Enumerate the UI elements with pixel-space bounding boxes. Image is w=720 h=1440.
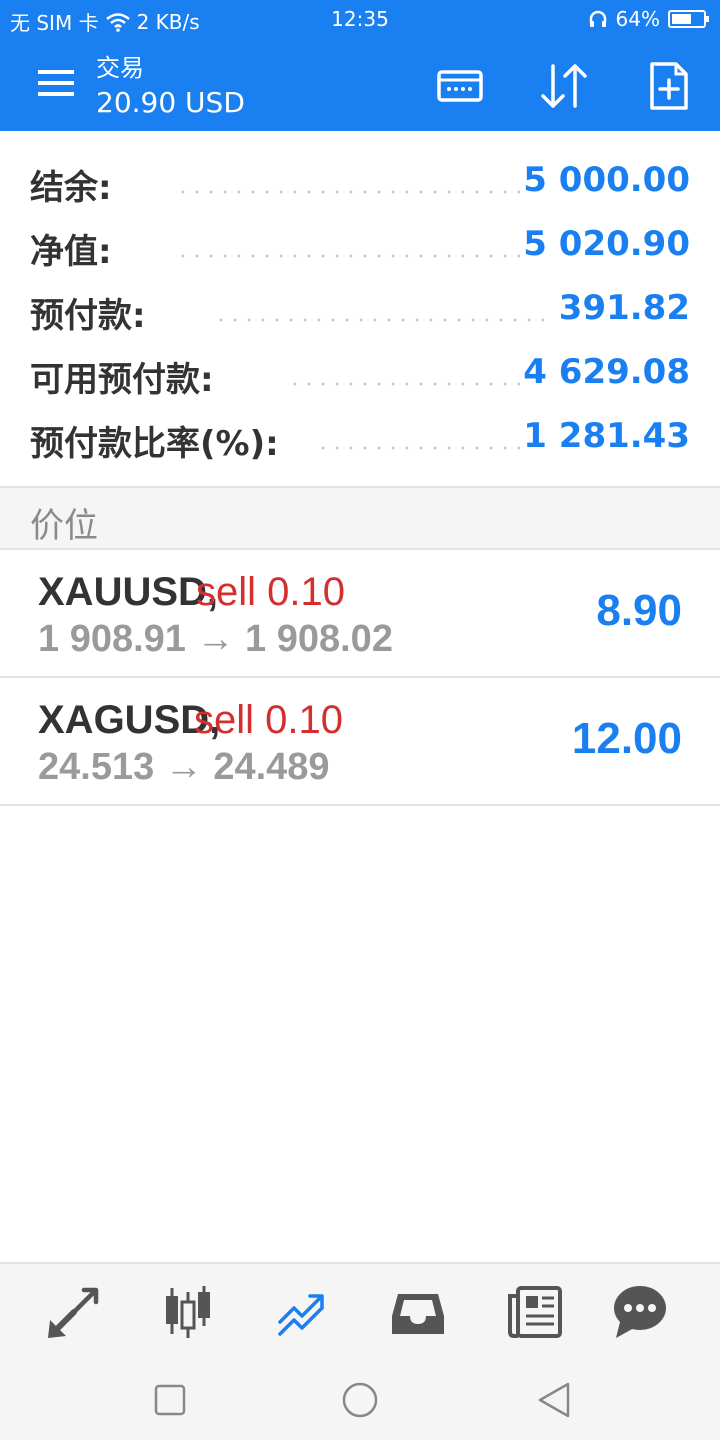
dot-leader <box>214 318 544 322</box>
history-inbox-icon[interactable] <box>388 1282 448 1342</box>
positions-header-label: 价位 <box>30 506 98 546</box>
dot-leader <box>176 254 520 258</box>
chat-icon[interactable] <box>610 1282 670 1342</box>
position-symbol: XAGUSD, <box>38 698 221 742</box>
free-margin-label: 可用预付款: <box>30 360 214 400</box>
dot-leader <box>288 382 520 386</box>
bottom-nav <box>0 1262 720 1354</box>
position-row[interactable]: XAGUSD, sell 0.10 24.513 → 24.489 12.00 <box>0 678 720 806</box>
margin-level-label: 预付款比率(%): <box>30 424 279 464</box>
recent-apps-icon[interactable] <box>150 1380 190 1420</box>
back-icon[interactable] <box>534 1380 574 1420</box>
summary-row-balance: 结余: 5 000.00 <box>0 148 720 212</box>
position-profit: 12.00 <box>571 714 682 763</box>
system-nav-bar <box>0 1354 720 1440</box>
balance-label: 结余: <box>30 168 112 208</box>
status-right: 64% <box>588 7 709 31</box>
margin-level-value: 1 281.43 <box>523 416 690 456</box>
app-screen: 无 SIM 卡 2 KB/s 12:35 64% 交易 20.90 USD 结余… <box>0 0 720 1440</box>
account-summary: 结余: 5 000.00 净值: 5 020.90 预付款: 391.82 可用… <box>0 148 720 468</box>
margin-value: 391.82 <box>558 288 690 328</box>
home-icon[interactable] <box>340 1380 380 1420</box>
equity-value: 5 020.90 <box>523 224 690 264</box>
status-bar: 无 SIM 卡 2 KB/s 12:35 64% <box>0 0 720 38</box>
position-profit: 8.90 <box>596 586 682 635</box>
position-side: sell 0.10 <box>196 570 345 614</box>
position-prices: 24.513 → 24.489 <box>38 746 330 788</box>
summary-row-free-margin: 可用预付款: 4 629.08 <box>0 340 720 404</box>
sort-icon[interactable] <box>536 58 592 114</box>
deposit-card-icon[interactable] <box>432 58 488 114</box>
dot-leader <box>176 190 520 194</box>
candlestick-chart-icon[interactable] <box>158 1282 218 1342</box>
news-icon[interactable] <box>504 1282 564 1342</box>
position-side: sell 0.10 <box>194 698 343 742</box>
new-order-icon[interactable] <box>640 58 696 114</box>
battery-icon <box>668 10 709 28</box>
balance-value: 5 000.00 <box>523 160 690 200</box>
account-profit: 20.90 USD <box>96 86 245 119</box>
position-row[interactable]: XAUUSD, sell 0.10 1 908.91 → 1 908.02 8.… <box>0 550 720 678</box>
trade-icon[interactable] <box>272 1282 332 1342</box>
headphones-icon <box>589 10 606 27</box>
summary-row-equity: 净值: 5 020.90 <box>0 212 720 276</box>
summary-row-margin-level: 预付款比率(%): 1 281.43 <box>0 404 720 468</box>
battery-percent: 64% <box>615 7 660 31</box>
battery-fill <box>672 14 691 24</box>
free-margin-value: 4 629.08 <box>523 352 690 392</box>
dot-leader <box>316 446 520 450</box>
position-prices: 1 908.91 → 1 908.02 <box>38 618 393 660</box>
positions-header: 价位 <box>0 486 720 550</box>
menu-icon[interactable] <box>36 68 76 98</box>
app-title: 交易 <box>96 54 144 82</box>
top-bar: 无 SIM 卡 2 KB/s 12:35 64% 交易 20.90 USD <box>0 0 720 131</box>
quotes-arrows-icon[interactable] <box>44 1282 104 1342</box>
margin-label: 预付款: <box>30 296 146 336</box>
summary-row-margin: 预付款: 391.82 <box>0 276 720 340</box>
position-symbol: XAUUSD, <box>38 570 219 614</box>
equity-label: 净值: <box>30 232 112 272</box>
app-bar: 交易 20.90 USD <box>0 38 720 131</box>
